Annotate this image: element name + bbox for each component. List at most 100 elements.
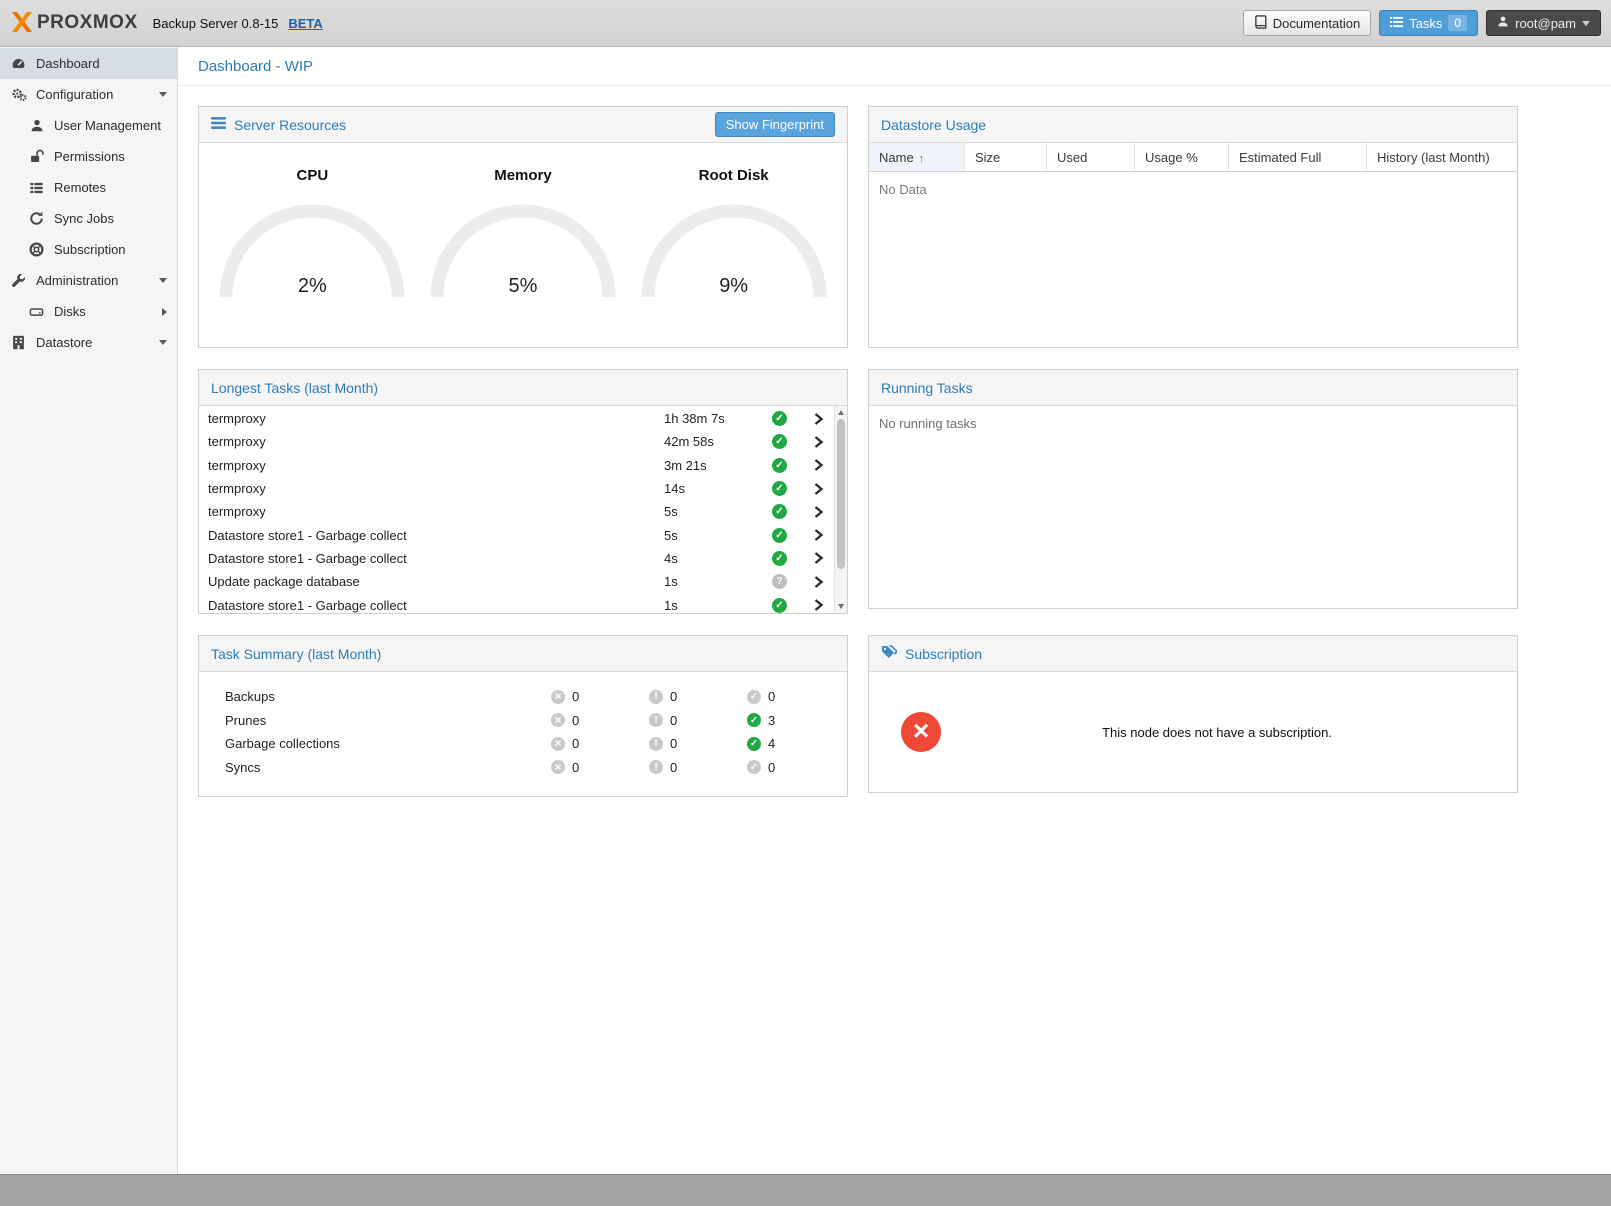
- hdd-icon: [28, 304, 45, 320]
- refresh-icon: [28, 211, 45, 227]
- task-row: termproxy 14s: [199, 477, 833, 500]
- scroll-down-icon[interactable]: [838, 604, 844, 609]
- open-task-chevron-icon[interactable]: [805, 551, 831, 565]
- open-task-chevron-icon[interactable]: [805, 458, 831, 472]
- sidebar-item-disks[interactable]: Disks: [0, 296, 177, 327]
- sidebar-item-administration[interactable]: Administration: [0, 265, 177, 296]
- gauge-value: 9%: [639, 275, 829, 298]
- task-duration: 42m 58s: [664, 434, 772, 449]
- bottom-bar: [0, 1174, 1611, 1206]
- ok-icon: [747, 690, 761, 704]
- sidebar-item-datastore[interactable]: Datastore: [0, 327, 177, 358]
- summary-row: Prunes 0 0 3: [199, 709, 847, 733]
- open-task-chevron-icon[interactable]: [805, 482, 831, 496]
- column-header-used[interactable]: Used: [1047, 143, 1135, 171]
- sidebar-item-label: Sync Jobs: [54, 211, 114, 226]
- column-header-history[interactable]: History (last Month): [1367, 143, 1517, 171]
- open-task-chevron-icon[interactable]: [805, 598, 831, 612]
- sidebar: Dashboard Configuration User Management: [0, 47, 178, 1174]
- panel-title: Task Summary (last Month): [211, 646, 381, 662]
- page-header: Dashboard - WIP: [178, 47, 1611, 86]
- warning-count: 0: [670, 689, 677, 704]
- subscription-header: Subscription: [869, 636, 1517, 672]
- sidebar-item-label: Disks: [54, 304, 86, 319]
- gauge-root-disk: Root Disk 9%: [633, 167, 835, 301]
- open-task-chevron-icon[interactable]: [805, 435, 831, 449]
- task-summary-body: Backups 0 0 0 Prunes 0 0 3 Garbage c: [199, 672, 847, 796]
- open-task-chevron-icon[interactable]: [805, 528, 831, 542]
- sidebar-item-dashboard[interactable]: Dashboard: [0, 48, 177, 79]
- open-task-chevron-icon[interactable]: [805, 412, 831, 426]
- sidebar-item-label: Permissions: [54, 149, 125, 164]
- ok-count: 4: [768, 736, 775, 751]
- summary-label: Syncs: [225, 760, 551, 775]
- error-count: 0: [572, 760, 579, 775]
- warning-count: 0: [670, 713, 677, 728]
- status-ok-icon: [772, 551, 787, 566]
- vertical-scrollbar[interactable]: [834, 406, 847, 613]
- open-task-chevron-icon[interactable]: [805, 505, 831, 519]
- sidebar-item-remotes[interactable]: Remotes: [0, 172, 177, 203]
- panel-title: Subscription: [905, 646, 982, 662]
- panel-title: Datastore Usage: [881, 117, 986, 133]
- show-fingerprint-button[interactable]: Show Fingerprint: [715, 112, 835, 137]
- longest-tasks-panel: Longest Tasks (last Month) termproxy 1h …: [198, 369, 848, 614]
- column-header-usage-pct[interactable]: Usage %: [1135, 143, 1229, 171]
- warning-icon: [649, 713, 663, 727]
- chevron-right-icon: [162, 308, 167, 316]
- empty-state-text: No running tasks: [869, 406, 1517, 441]
- unlock-icon: [28, 149, 45, 165]
- building-icon: [10, 335, 27, 351]
- sidebar-item-permissions[interactable]: Permissions: [0, 141, 177, 172]
- column-header-size[interactable]: Size: [965, 143, 1047, 171]
- error-icon: [551, 737, 565, 751]
- error-count-group: 0: [551, 713, 649, 728]
- list-icon: [28, 180, 45, 196]
- ok-count-group: 0: [747, 689, 845, 704]
- app-window: PROXMOX Backup Server 0.8-15 BETA Docume…: [0, 0, 1611, 1206]
- column-header-name[interactable]: Name: [869, 143, 965, 171]
- scrollbar-thumb[interactable]: [837, 419, 845, 569]
- status-ok-icon: [772, 411, 787, 426]
- status-unknown-icon: [772, 574, 787, 589]
- user-menu-button[interactable]: root@pam: [1486, 10, 1601, 36]
- scroll-up-icon[interactable]: [838, 410, 844, 415]
- column-label: Used: [1057, 150, 1087, 165]
- user-icon: [1497, 15, 1509, 31]
- sidebar-item-configuration[interactable]: Configuration: [0, 79, 177, 110]
- warning-count: 0: [670, 760, 677, 775]
- app-title: Backup Server 0.8-15: [153, 16, 279, 31]
- running-tasks-header: Running Tasks: [869, 370, 1517, 406]
- task-list-icon: [1390, 16, 1403, 31]
- ok-count: 3: [768, 713, 775, 728]
- tasks-label: Tasks: [1409, 16, 1442, 31]
- chevron-down-icon: [159, 340, 167, 345]
- gauge-value: 5%: [428, 275, 618, 298]
- documentation-label: Documentation: [1273, 16, 1360, 31]
- task-list: termproxy 1h 38m 7s termproxy 42m 58s: [199, 406, 847, 613]
- task-duration: 1s: [664, 598, 772, 613]
- task-duration: 1h 38m 7s: [664, 411, 772, 426]
- sidebar-item-subscription[interactable]: Subscription: [0, 234, 177, 265]
- ok-icon: [747, 737, 761, 751]
- warning-icon: [649, 690, 663, 704]
- sidebar-item-user-management[interactable]: User Management: [0, 110, 177, 141]
- column-label: Name: [879, 150, 914, 165]
- task-summary-header: Task Summary (last Month): [199, 636, 847, 672]
- error-count-group: 0: [551, 736, 649, 751]
- sidebar-item-label: Subscription: [54, 242, 126, 257]
- task-name: Datastore store1 - Garbage collect: [208, 598, 664, 613]
- summary-label: Backups: [225, 689, 551, 704]
- task-duration: 5s: [664, 528, 772, 543]
- error-count-group: 0: [551, 760, 649, 775]
- sidebar-item-sync-jobs[interactable]: Sync Jobs: [0, 203, 177, 234]
- tasks-button[interactable]: Tasks 0: [1379, 10, 1478, 36]
- documentation-button[interactable]: Documentation: [1243, 10, 1371, 36]
- beta-link[interactable]: BETA: [288, 16, 322, 31]
- column-header-estimated-full[interactable]: Estimated Full: [1229, 143, 1367, 171]
- open-task-chevron-icon[interactable]: [805, 575, 831, 589]
- warning-count-group: 0: [649, 760, 747, 775]
- subscription-panel: Subscription This node does not have a s…: [868, 635, 1518, 793]
- sidebar-item-label: Configuration: [36, 87, 113, 102]
- task-row: termproxy 5s: [199, 500, 833, 523]
